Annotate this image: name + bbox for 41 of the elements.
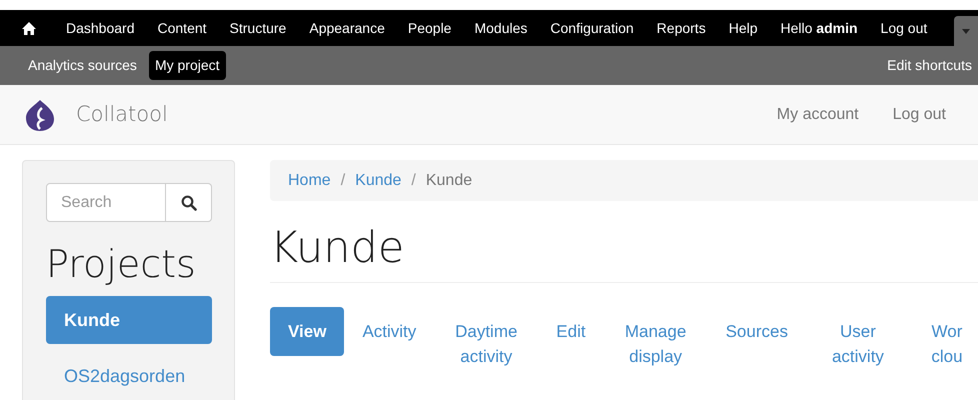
toolbar-link[interactable]: Dashboard	[66, 18, 134, 38]
tab[interactable]: Activity	[344, 307, 434, 356]
breadcrumb-current: Kunde	[426, 170, 472, 190]
home-icon[interactable]	[22, 22, 36, 34]
brand-name[interactable]: Collatool	[76, 98, 168, 130]
search-icon	[180, 194, 196, 210]
header-link[interactable]: My account	[776, 102, 859, 126]
breadcrumb-link[interactable]: Home	[288, 168, 331, 192]
toolbar-link[interactable]: Modules	[474, 18, 528, 38]
tab[interactable]: Daytime activity	[434, 307, 538, 381]
shortcut-link[interactable]: My project	[148, 51, 226, 80]
toolbar-link[interactable]: People	[408, 18, 452, 38]
tab[interactable]: User activity	[806, 307, 910, 381]
page-title: Kunde	[270, 222, 406, 274]
breadcrumb-separator: /	[411, 170, 416, 190]
toolbar-link[interactable]: Reports	[656, 18, 706, 38]
tab[interactable]: Sources	[708, 307, 806, 356]
toolbar-drawer-toggle[interactable]	[954, 16, 978, 46]
tab[interactable]: View	[270, 307, 344, 356]
caret-icon	[962, 28, 970, 34]
greeting-text: Hello admin	[780, 18, 858, 38]
breadcrumb-link[interactable]: Kunde	[355, 168, 402, 192]
sidebar-heading: Projects	[46, 241, 197, 288]
breadcrumb-separator: /	[340, 170, 346, 190]
tab[interactable]: Manage display	[604, 307, 708, 381]
edit-shortcuts-link[interactable]: Edit shortcuts	[887, 55, 972, 76]
toolbar-link[interactable]: Structure	[230, 18, 286, 38]
toolbar-link[interactable]: Configuration	[550, 18, 634, 38]
search-field[interactable]: Search	[46, 183, 166, 222]
header-link[interactable]: Log out	[892, 102, 946, 126]
toolbar-link[interactable]: Help	[728, 18, 758, 38]
toolbar-link[interactable]: Appearance	[309, 18, 385, 38]
search-button[interactable]	[166, 183, 212, 222]
shortcut-link[interactable]: Analytics sources	[22, 51, 143, 80]
project-link[interactable]: Kunde	[46, 296, 212, 344]
toolbar-link[interactable]: Content	[158, 18, 207, 38]
logo-icon[interactable]	[24, 98, 56, 132]
tab[interactable]: Wor clou	[922, 307, 972, 381]
toolbar-link[interactable]: Log out	[880, 18, 928, 38]
tab[interactable]: Edit	[538, 307, 604, 356]
project-link[interactable]: OS2dagsorden	[46, 352, 212, 400]
